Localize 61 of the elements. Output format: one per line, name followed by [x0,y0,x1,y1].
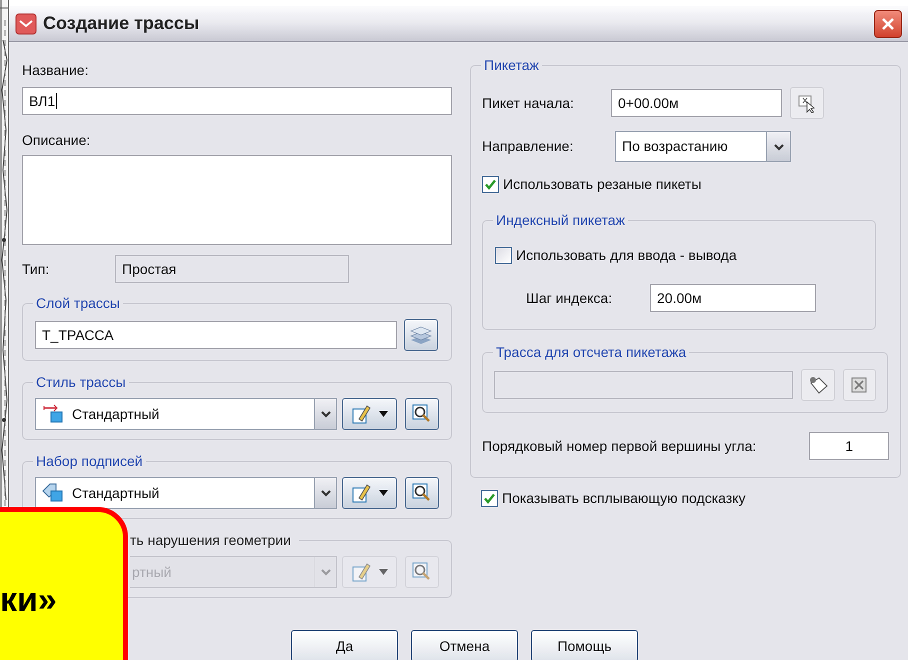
field-label: Тип: [22,260,50,278]
layer-field[interactable]: Т_ТРАССА [35,321,397,349]
field-value: ВЛ1 [29,92,56,110]
check-icon [484,178,497,191]
text-cursor [56,93,58,109]
check-icon [483,492,496,505]
pencil-icon [351,482,373,504]
station-field[interactable]: 0+00.00м [611,89,782,117]
layers-button[interactable] [404,319,438,351]
checkbox[interactable] [482,176,499,193]
chevron-down-icon [320,409,332,419]
window-title: Создание трассы [43,12,200,35]
field-label: Порядковый номер первой вершины угла: [482,436,758,456]
checkbox-label: Использовать резаные пикеты [503,175,702,194]
index-step-field[interactable]: 20.00м [650,284,816,312]
checkbox-label: Показывать всплывающую подсказку [502,489,746,508]
dialog-button[interactable]: Да [291,630,398,660]
edit-button[interactable] [342,398,397,430]
caret-icon [379,569,388,575]
pencil-icon [351,561,373,583]
preview-button[interactable] [405,398,439,430]
clear-button[interactable] [842,368,876,400]
name-field[interactable]: ВЛ1 [22,87,452,115]
field-label: Направление: [482,137,574,156]
vertex-number-field[interactable]: 1 [809,432,889,460]
description-field[interactable] [22,155,452,245]
label-tag-icon [42,483,64,503]
clear-icon [851,376,868,392]
app-icon [15,12,37,34]
pick-button[interactable] [790,87,824,119]
select-button[interactable] [801,368,835,400]
style-dropdown[interactable]: Стандартный [35,477,337,509]
checkbox-label: Использовать для ввода - вывода [516,246,737,265]
dialog-button[interactable]: Помощь [531,630,638,660]
close-icon [880,16,896,32]
field-label: Описание: [22,131,92,149]
checkbox[interactable] [495,247,512,264]
field-label: Название: [22,61,90,79]
dialog-button[interactable]: Отмена [411,630,518,660]
pencil-icon [351,403,373,425]
layers-icon [410,325,432,345]
caret-icon [379,490,388,496]
magnifier-icon [412,483,432,503]
close-button[interactable] [874,10,902,38]
field-label: Пикет начала: [482,94,575,112]
style-dropdown[interactable]: Стандартный [35,398,337,430]
caret-icon [379,411,388,417]
checkbox[interactable] [481,490,498,507]
chevron-down-icon [320,567,332,577]
magnifier-icon [412,404,432,424]
field-label: Шаг индекса: [526,288,614,308]
cursor-icon [797,93,817,113]
preview-button[interactable] [405,477,439,509]
chevron-down-icon [320,488,332,498]
line-style-icon [42,404,64,424]
magnifier-icon [412,562,432,582]
chevron-down-icon [772,142,784,152]
type-field: Простая [115,255,349,283]
direction-dropdown[interactable]: По возрастанию [615,131,791,162]
edit-button[interactable] [342,477,397,509]
note-text: ки» [0,580,57,620]
